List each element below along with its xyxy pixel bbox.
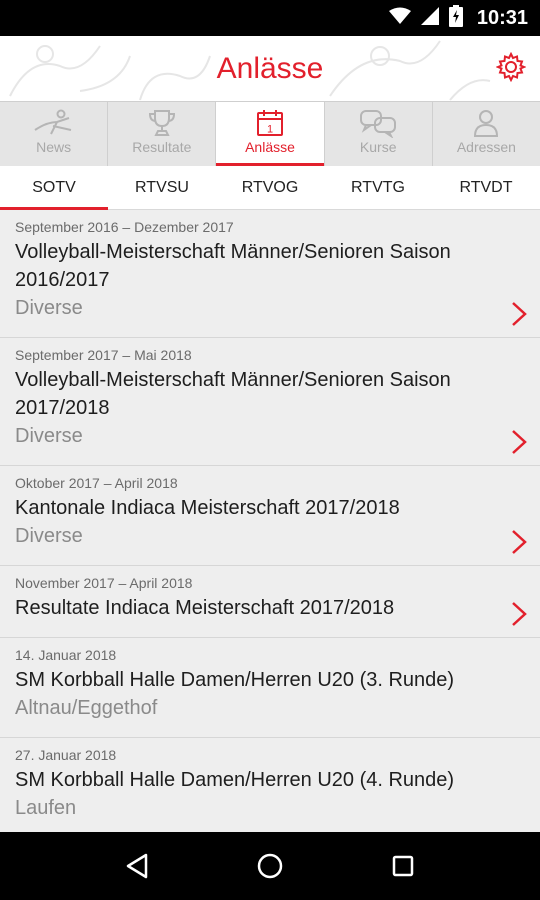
- list-item[interactable]: Oktober 2017 – April 2018 Kantonale Indi…: [0, 466, 540, 566]
- subtab-rtvtg[interactable]: RTVTG: [324, 166, 432, 209]
- tab-label: Anlässe: [245, 139, 295, 155]
- chat-icon: [360, 110, 397, 138]
- event-location: Diverse: [15, 525, 83, 547]
- page-title: Anlässe: [216, 52, 324, 85]
- calendar-icon: 1: [257, 110, 283, 136]
- chevron-right-icon[interactable]: [510, 429, 528, 455]
- recents-icon: [393, 855, 414, 877]
- athlete-icon: [34, 109, 71, 135]
- back-button[interactable]: [113, 842, 161, 890]
- event-location: Diverse: [15, 297, 83, 319]
- event-date: 27. Januar 2018: [15, 747, 117, 763]
- system-nav-bar: [0, 832, 540, 900]
- tab-label: Kurse: [359, 139, 397, 155]
- calendar-day: 1: [267, 124, 273, 136]
- event-title: Volleyball-Meisterschaft Männer/Senioren…: [15, 241, 451, 291]
- event-location: Altnau/Eggethof: [15, 697, 158, 719]
- event-title: SM Korbball Halle Damen/Herren U20 (4. R…: [15, 769, 455, 791]
- subtab-rtvsu[interactable]: RTVSU: [108, 166, 216, 209]
- battery-icon: [448, 4, 463, 32]
- subtab-sotv[interactable]: SOTV: [0, 166, 108, 210]
- event-location: Diverse: [15, 425, 83, 447]
- tab-anlaesse[interactable]: 1 Anlässe: [216, 102, 325, 167]
- event-title: Volleyball-Meisterschaft Männer/Senioren…: [15, 369, 451, 419]
- event-date: September 2017 – Mai 2018: [15, 347, 192, 363]
- home-button[interactable]: [246, 842, 294, 890]
- association-tab-bar: SOTV RTVSU RTVOG RTVTG RTVDT: [0, 166, 540, 210]
- signal-icon: [420, 6, 439, 30]
- status-time: 10:31: [476, 6, 528, 29]
- tab-label: Resultate: [132, 139, 192, 155]
- wifi-icon: [388, 7, 411, 30]
- status-bar: 10:31: [0, 0, 540, 36]
- person-icon: [474, 110, 499, 137]
- tab-adressen[interactable]: Adressen: [432, 102, 540, 167]
- chevron-right-icon[interactable]: [510, 601, 528, 627]
- tab-label: Adressen: [456, 139, 516, 155]
- tab-label: News: [36, 139, 72, 155]
- status-icons: 10:31: [388, 0, 528, 36]
- list-item[interactable]: September 2016 – Dezember 2017 Volleybal…: [0, 210, 540, 338]
- subtab-rtvdt[interactable]: RTVDT: [432, 166, 540, 209]
- event-title: SM Korbball Halle Damen/Herren U20 (3. R…: [15, 669, 455, 691]
- event-location: Laufen: [15, 797, 77, 819]
- event-date: Oktober 2017 – April 2018: [15, 475, 178, 491]
- event-date: November 2017 – April 2018: [15, 575, 193, 591]
- list-item[interactable]: November 2017 – April 2018 Resultate Ind…: [0, 566, 540, 638]
- event-date: 14. Januar 2018: [15, 647, 117, 663]
- tab-news[interactable]: News: [0, 102, 109, 167]
- list-item[interactable]: 27. Januar 2018 SM Korbball Halle Damen/…: [0, 738, 540, 832]
- chevron-right-icon[interactable]: [510, 529, 528, 555]
- settings-button[interactable]: [494, 50, 528, 84]
- event-title: Kantonale Indiaca Meisterschaft 2017/201…: [15, 497, 400, 519]
- recents-button[interactable]: [379, 842, 427, 890]
- main-tab-bar: News Resultate 1 Anlässe Kurse Adressen: [0, 101, 540, 167]
- tab-resultate[interactable]: Resultate: [108, 102, 217, 167]
- back-icon: [126, 853, 147, 879]
- subtab-rtvog[interactable]: RTVOG: [216, 166, 324, 209]
- tab-kurse[interactable]: Kurse: [324, 102, 433, 167]
- event-list: September 2016 – Dezember 2017 Volleybal…: [0, 210, 540, 832]
- home-icon: [257, 853, 283, 879]
- event-title: Resultate Indiaca Meisterschaft 2017/201…: [15, 597, 395, 619]
- list-item[interactable]: 14. Januar 2018 SM Korbball Halle Damen/…: [0, 638, 540, 738]
- app-bar: Anlässe: [0, 36, 540, 102]
- list-item[interactable]: September 2017 – Mai 2018 Volleyball-Mei…: [0, 338, 540, 466]
- gear-icon: [496, 52, 526, 82]
- chevron-right-icon[interactable]: [510, 301, 528, 327]
- trophy-icon: [148, 110, 175, 136]
- event-date: September 2016 – Dezember 2017: [15, 219, 234, 235]
